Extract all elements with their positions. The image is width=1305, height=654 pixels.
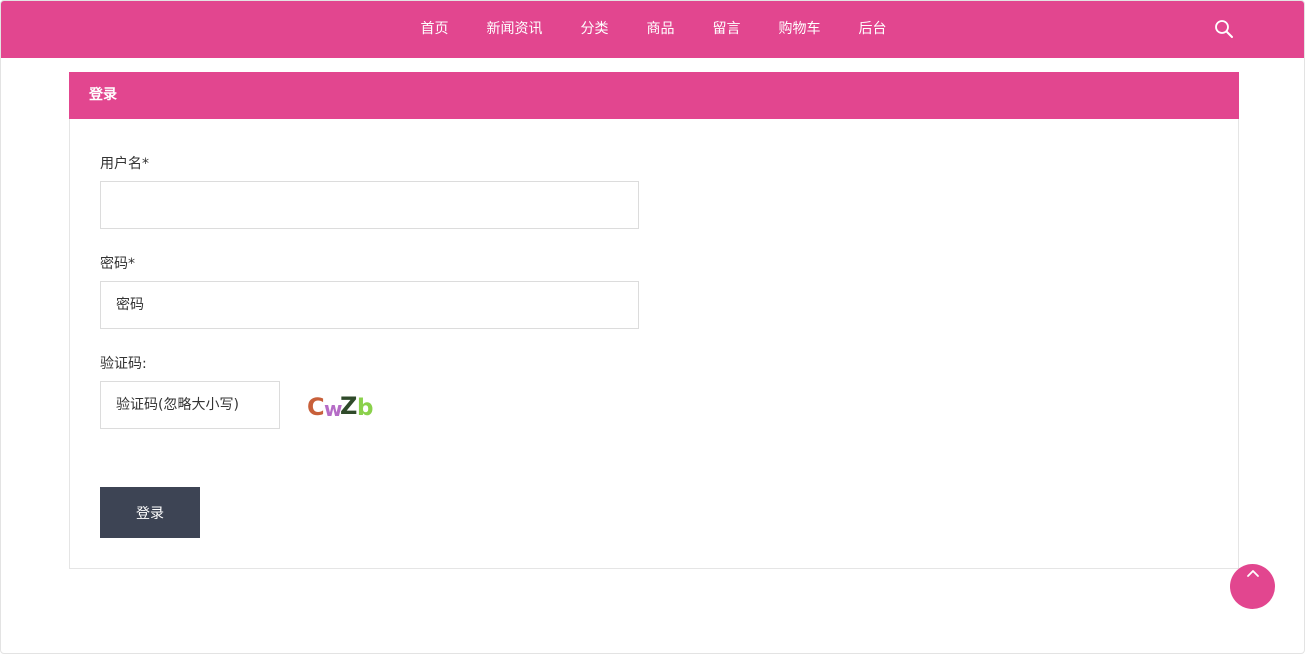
captcha-char: C <box>307 393 325 421</box>
login-panel: 登录 用户名* 密码* 验证码: C w Z b 登录 <box>69 72 1239 569</box>
search-icon[interactable] <box>1214 19 1234 39</box>
captcha-image[interactable]: C w Z b <box>305 391 377 421</box>
chevron-up-icon <box>1246 564 1260 609</box>
captcha-label: 验证码: <box>100 356 147 372</box>
nav-item-admin[interactable]: 后台 <box>859 1 887 58</box>
nav-item-category[interactable]: 分类 <box>581 1 609 58</box>
nav-item-products[interactable]: 商品 <box>647 1 675 58</box>
nav-item-cart[interactable]: 购物车 <box>779 1 821 58</box>
nav-item-news[interactable]: 新闻资讯 <box>487 1 543 58</box>
nav-menu: 首页 新闻资讯 分类 商品 留言 购物车 后台 <box>1 1 1304 58</box>
login-panel-title: 登录 <box>69 72 1239 119</box>
nav-item-home[interactable]: 首页 <box>421 1 449 58</box>
username-input[interactable] <box>100 181 639 229</box>
captcha-char: Z <box>340 392 357 420</box>
password-label: 密码* <box>100 256 135 272</box>
password-input[interactable] <box>100 281 639 329</box>
page-frame: 首页 新闻资讯 分类 商品 留言 购物车 后台 登录 用户名* 密码* 验证码:… <box>0 0 1305 654</box>
top-navbar: 首页 新闻资讯 分类 商品 留言 购物车 后台 <box>1 1 1304 58</box>
username-label: 用户名* <box>100 156 149 172</box>
nav-item-messages[interactable]: 留言 <box>713 1 741 58</box>
login-submit-button[interactable]: 登录 <box>100 487 200 538</box>
back-to-top-button[interactable] <box>1230 564 1275 609</box>
captcha-char: b <box>357 395 373 421</box>
captcha-input[interactable] <box>100 381 280 429</box>
